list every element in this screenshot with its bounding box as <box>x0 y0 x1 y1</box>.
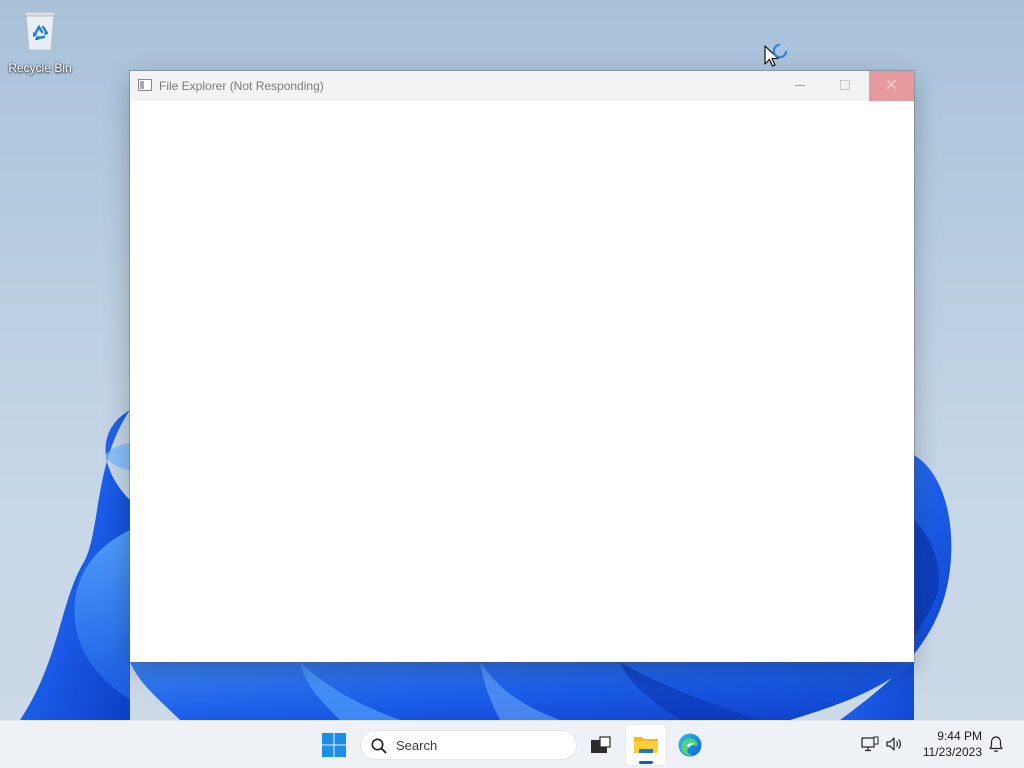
close-button[interactable] <box>869 71 914 101</box>
clock-time: 9:44 PM <box>937 729 982 743</box>
window-title: File Explorer (Not Responding) <box>159 79 324 93</box>
search-icon <box>371 738 387 754</box>
recycle-bin-shortcut[interactable]: Recycle Bin <box>6 8 74 75</box>
folder-icon <box>634 737 658 753</box>
clock-date: 11/23/2023 <box>922 745 982 759</box>
windows-logo-icon <box>322 733 346 757</box>
window-app-icon <box>138 79 152 91</box>
edge-icon <box>678 733 702 757</box>
start-button[interactable] <box>314 725 354 765</box>
bell-icon[interactable] <box>986 734 1006 754</box>
file-explorer-taskbar-button[interactable] <box>626 725 666 765</box>
active-indicator <box>639 761 653 764</box>
task-view-icon <box>591 736 611 753</box>
maximize-icon <box>840 80 850 90</box>
maximize-button[interactable] <box>822 71 867 101</box>
task-view-button[interactable] <box>580 725 620 765</box>
close-icon <box>886 79 897 90</box>
volume-icon[interactable] <box>884 734 904 754</box>
window-titlebar[interactable]: File Explorer (Not Responding) <box>130 71 914 101</box>
recycle-bin-icon <box>24 11 56 51</box>
search-placeholder: Search <box>396 738 438 753</box>
file-explorer-window[interactable]: File Explorer (Not Responding) <box>130 71 914 662</box>
desktop: Recycle Bin File Explorer (Not Respondin… <box>0 0 1024 768</box>
edge-taskbar-button[interactable] <box>670 725 710 765</box>
network-icon[interactable] <box>860 734 880 754</box>
taskbar-search[interactable]: Search <box>360 730 577 760</box>
minimize-button[interactable] <box>777 71 822 101</box>
busy-cursor-icon <box>764 43 788 67</box>
minimize-icon <box>795 85 805 86</box>
taskbar-clock[interactable]: 9:44 PM 11/23/2023 <box>912 728 982 760</box>
recycle-bin-label: Recycle Bin <box>8 61 72 75</box>
